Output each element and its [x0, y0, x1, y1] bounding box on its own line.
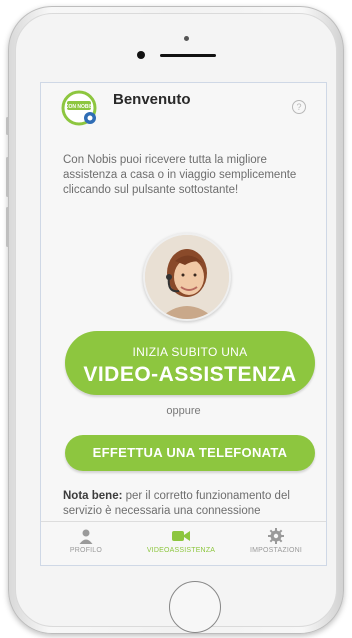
separator-text: oppure [166, 405, 201, 417]
note-text: Nota bene: per il corretto funzionamento… [63, 489, 318, 519]
tab-label: VIDEOASSISTENZA [146, 547, 216, 554]
operator-avatar [143, 233, 231, 321]
video-camera-icon [136, 528, 226, 544]
bottom-tab-bar: PROFILO VIDEOASSISTENZA IMPOSTAZIONI [41, 521, 326, 565]
svg-text:CON NOBIS: CON NOBIS [65, 104, 94, 110]
user-icon [41, 528, 131, 544]
app-header: CON NOBIS Benvenuto ? [41, 83, 326, 135]
volume-up-button [6, 157, 9, 197]
tab-label: IMPOSTAZIONI [249, 547, 303, 554]
intro-text: Con Nobis puoi ricevere tutta la miglior… [63, 154, 297, 196]
front-camera [137, 51, 145, 59]
tab-profilo[interactable]: PROFILO [41, 528, 131, 554]
tab-impostazioni[interactable]: IMPOSTAZIONI [231, 528, 321, 554]
make-phone-call-button[interactable]: EFFETTUA UNA TELEFONATA [65, 435, 315, 471]
home-button[interactable] [169, 581, 221, 633]
tab-videoassistenza[interactable]: VIDEOASSISTENZA [136, 528, 226, 554]
mute-switch [6, 117, 9, 135]
app-screen: CON NOBIS Benvenuto ? Con Nobis puoi ric… [40, 82, 327, 566]
earpiece-speaker [160, 54, 216, 57]
proximity-sensor [184, 36, 189, 41]
video-button-line2: VIDEO-ASSISTENZA [83, 363, 297, 386]
start-video-assistance-button[interactable]: INIZIA SUBITO UNA VIDEO-ASSISTENZA [65, 331, 315, 395]
tab-label: PROFILO [69, 547, 103, 554]
gear-icon [231, 528, 321, 544]
page-title: Benvenuto [113, 91, 191, 108]
question-circle-icon[interactable]: ? [292, 100, 306, 114]
note-bold: Nota bene: [63, 490, 123, 502]
volume-down-button [6, 207, 9, 247]
nobis-logo-icon: CON NOBIS [59, 89, 103, 129]
video-button-line1: INIZIA SUBITO UNA [132, 345, 248, 359]
